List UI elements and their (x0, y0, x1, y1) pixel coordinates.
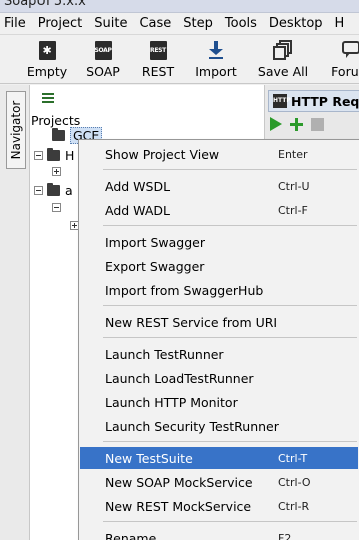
rest-project-button[interactable]: REST REST (140, 38, 176, 82)
save-all-label: Save All (257, 64, 309, 79)
save-all-button[interactable]: Save All (257, 38, 309, 82)
collapse-icon[interactable] (34, 150, 43, 160)
menu-item-rename[interactable]: Rename F2 (80, 527, 358, 540)
menu-item-new-testsuite[interactable]: New TestSuite Ctrl-T (80, 447, 358, 469)
menu-item-launch-http-monitor[interactable]: Launch HTTP Monitor (80, 391, 358, 413)
folder-icon (52, 127, 65, 141)
menu-suite[interactable]: Suite (88, 13, 133, 35)
empty-project-button[interactable]: ✱ Empty (27, 38, 67, 82)
menu-separator (103, 441, 357, 442)
menu-file[interactable]: File (0, 13, 32, 35)
soap-project-label: SOAP (86, 64, 120, 79)
add-icon[interactable] (290, 117, 303, 131)
empty-project-icon: ✱ (36, 40, 58, 60)
navigator-tab[interactable]: Navigator (6, 91, 26, 169)
tree-child-row[interactable] (52, 162, 65, 180)
forum-label: Forum (331, 64, 359, 79)
tree-item-a[interactable]: a (34, 181, 73, 199)
menu-item-export-swagger[interactable]: Export Swagger (80, 255, 358, 277)
http-request-tab[interactable]: HTTP HTTP Requ (268, 90, 359, 112)
navigator-tab-label: Navigator (9, 100, 23, 160)
import-button[interactable]: Import (193, 38, 239, 82)
forum-button[interactable]: Forum (329, 38, 359, 82)
forum-icon (340, 40, 359, 60)
rest-project-label: REST (141, 64, 175, 79)
tree-view-toggle[interactable] (42, 93, 54, 103)
menu-item-new-soap-mockservice[interactable]: New SOAP MockService Ctrl-O (80, 471, 358, 493)
menu-case[interactable]: Case (133, 13, 177, 35)
menu-item-add-wsdl[interactable]: Add WSDL Ctrl-U (80, 175, 358, 197)
menu-separator (103, 305, 357, 306)
http-request-icon: HTTP (273, 94, 291, 108)
tree-item-label: H (65, 147, 75, 163)
menu-help[interactable]: H (329, 13, 351, 35)
folder-icon (47, 182, 60, 196)
import-label: Import (195, 64, 237, 79)
menu-item-new-rest-service-from-uri[interactable]: New REST Service from URI (80, 311, 358, 333)
menu-item-show-project-view[interactable]: Show Project View Enter (80, 143, 358, 165)
menu-desktop[interactable]: Desktop (263, 13, 329, 35)
window-title: SoapUI 5.x.x (4, 0, 86, 9)
folder-icon (47, 147, 60, 161)
tree-item-label: a (65, 182, 73, 198)
navigator-strip: Navigator (0, 85, 30, 540)
collapse-icon[interactable] (34, 185, 43, 195)
menu-separator (103, 169, 357, 170)
editor-toolbar (270, 117, 324, 131)
soap-project-icon: SOAP (92, 40, 114, 60)
rest-project-icon: REST (147, 40, 169, 60)
menu-tools[interactable]: Tools (219, 13, 263, 35)
menu-item-import-swagger[interactable]: Import Swagger (80, 231, 358, 253)
menu-item-launch-security-testrunner[interactable]: Launch Security TestRunner (80, 415, 358, 437)
window-title-bar: SoapUI 5.x.x (0, 0, 359, 13)
context-menu: Show Project View Enter Add WSDL Ctrl-U … (78, 139, 359, 540)
stop-icon[interactable] (311, 117, 324, 131)
http-request-tab-label: HTTP Requ (291, 93, 359, 109)
soap-project-button[interactable]: SOAP SOAP (85, 38, 121, 82)
menu-item-add-wadl[interactable]: Add WADL Ctrl-F (80, 199, 358, 221)
save-all-icon (272, 40, 294, 60)
menu-item-launch-testrunner[interactable]: Launch TestRunner (80, 343, 358, 365)
menu-separator (103, 521, 357, 522)
menu-separator (103, 225, 357, 226)
menu-separator (103, 337, 357, 338)
menu-item-import-from-swaggerhub[interactable]: Import from SwaggerHub (80, 279, 358, 301)
collapse-icon[interactable] (52, 202, 61, 212)
main-toolbar: ✱ Empty SOAP SOAP REST REST Import Save … (0, 36, 359, 84)
import-icon (205, 40, 227, 60)
tree-child-row[interactable] (52, 198, 65, 216)
list-view-icon (42, 93, 54, 103)
run-icon[interactable] (270, 117, 282, 131)
menu-bar: File Project Suite Case Step Tools Deskt… (0, 13, 359, 35)
menu-item-new-rest-mockservice[interactable]: New REST MockService Ctrl-R (80, 495, 358, 517)
expand-icon[interactable] (52, 166, 61, 176)
menu-item-launch-loadtestrunner[interactable]: Launch LoadTestRunner (80, 367, 358, 389)
menu-project[interactable]: Project (32, 13, 88, 35)
menu-step[interactable]: Step (177, 13, 219, 35)
empty-project-label: Empty (26, 64, 68, 79)
